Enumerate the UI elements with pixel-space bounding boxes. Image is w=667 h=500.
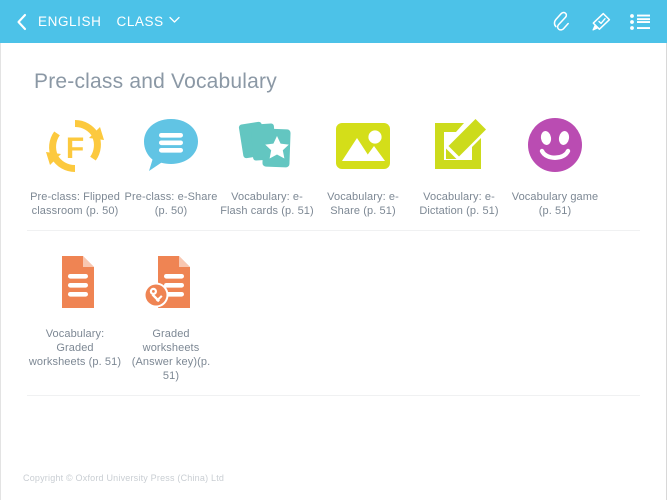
activity-row: F Pre-class: Flipped classroom (p. 50) P… [27, 94, 640, 231]
tile-preclass-eshare[interactable]: Pre-class: e-Share (p. 50) [123, 112, 219, 218]
chevron-down-icon [169, 12, 180, 27]
page-title: Pre-class and Vocabulary [34, 70, 277, 93]
top-navigation-bar: ENGLISH CLASS [0, 0, 667, 43]
activity-row: Vocabulary: Graded worksheets (p. 51) Gr… [27, 231, 640, 396]
flipped-classroom-icon: F [41, 112, 109, 180]
document-icon [41, 249, 109, 317]
breadcrumb: ENGLISH CLASS [8, 8, 180, 36]
paperclip-icon [552, 11, 572, 33]
tile-label: Graded worksheets (Answer key)(p. 51) [131, 328, 211, 382]
tile-label: Pre-class: Flipped classroom (p. 50) [30, 191, 120, 217]
activity-grid: F Pre-class: Flipped classroom (p. 50) P… [1, 94, 666, 396]
breadcrumb-class-dropdown[interactable]: CLASS [116, 12, 180, 29]
chevron-left-icon [15, 13, 28, 31]
tile-label: Vocabulary game (p. 51) [511, 191, 599, 217]
footer: Copyright © Oxford University Press (Chi… [1, 468, 666, 500]
stamp-icon-button[interactable] [588, 9, 614, 35]
edit-square-icon [425, 112, 493, 180]
svg-text:F: F [66, 132, 84, 165]
breadcrumb-class-label: CLASS [116, 14, 164, 29]
document-key-icon [137, 249, 205, 317]
topbar-actions [549, 9, 653, 35]
tile-label: Vocabulary: Graded worksheets (p. 51) [28, 328, 122, 368]
flashcards-icon [233, 112, 301, 180]
tile-label: Vocabulary: e-Dictation (p. 51) [419, 191, 499, 217]
tile-vocabulary-eshare[interactable]: Vocabulary: e-Share (p. 51) [315, 112, 411, 218]
breadcrumb-subject[interactable]: ENGLISH [38, 14, 101, 29]
stamp-icon [590, 11, 612, 33]
tile-label: Vocabulary: e-Flash cards (p. 51) [220, 191, 314, 217]
list-icon-button[interactable] [627, 9, 653, 35]
tile-edictation[interactable]: Vocabulary: e-Dictation (p. 51) [411, 112, 507, 218]
tile-label: Pre-class: e-Share (p. 50) [124, 191, 218, 217]
tile-eflash-cards[interactable]: Vocabulary: e-Flash cards (p. 51) [219, 112, 315, 218]
smiley-face-icon [521, 112, 589, 180]
app-window: ENGLISH CLASS Pre-class and Vocabulary F… [0, 0, 667, 500]
tile-label: Vocabulary: e-Share (p. 51) [327, 191, 399, 217]
copyright-text: Copyright © Oxford University Press (Chi… [23, 473, 225, 483]
image-icon [329, 112, 397, 180]
content-area: Pre-class and Vocabulary F Pre-class: Fl… [0, 43, 667, 500]
tile-flipped-classroom[interactable]: F Pre-class: Flipped classroom (p. 50) [27, 112, 123, 218]
back-button[interactable] [8, 8, 34, 36]
tile-graded-worksheets-answer-key[interactable]: Graded worksheets (Answer key)(p. 51) [123, 249, 219, 383]
paperclip-icon-button[interactable] [549, 9, 575, 35]
tile-graded-worksheets[interactable]: Vocabulary: Graded worksheets (p. 51) [27, 249, 123, 369]
list-icon [629, 12, 651, 32]
eshare-chat-icon [137, 112, 205, 180]
tile-vocabulary-game[interactable]: Vocabulary game (p. 51) [507, 112, 603, 218]
